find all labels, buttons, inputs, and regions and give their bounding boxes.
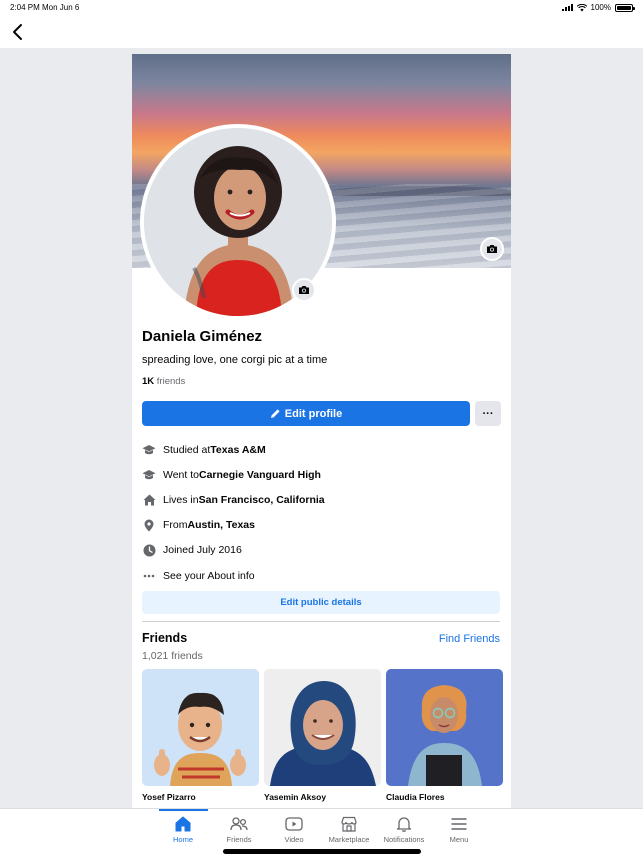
status-time: 2:04 PM Mon Jun 6 <box>10 3 80 12</box>
graduation-cap-icon <box>142 468 156 482</box>
more-dots-icon: ··· <box>482 407 494 420</box>
detail-value: Austin, Texas <box>187 519 256 532</box>
detail-joined: Joined July 2016 <box>142 538 502 563</box>
friend-count-value: 1K <box>142 376 155 387</box>
chevron-left-icon <box>13 24 22 40</box>
edit-public-details-label: Edit public details <box>280 597 362 608</box>
friend-photo <box>142 669 259 786</box>
edit-profile-button[interactable]: Edit profile <box>142 401 470 426</box>
profile-picture-camera-button[interactable] <box>292 278 316 302</box>
home-icon <box>174 815 192 833</box>
detail-prefix: See your About info <box>163 569 255 582</box>
detail-prefix: Studied at <box>163 443 211 456</box>
friends-count-label: 1,021 friends <box>142 650 203 662</box>
tab-label: Notifications <box>383 835 425 844</box>
friend-photo <box>386 669 503 786</box>
profile-name: Daniela Giménez <box>142 328 263 345</box>
tab-friends[interactable]: Friends <box>211 815 267 844</box>
friends-section-title: Friends <box>142 631 188 645</box>
friends-icon <box>230 815 248 833</box>
back-button[interactable] <box>8 22 28 42</box>
friend-card[interactable]: Yosef Pizarro <box>142 669 259 802</box>
friend-count-label: friends <box>154 376 186 387</box>
battery-icon <box>615 3 635 12</box>
marketplace-icon <box>340 815 358 833</box>
edit-public-details-button[interactable]: Edit public details <box>142 591 500 614</box>
detail-education-highschool: Went to Carnegie Vanguard High <box>142 462 502 487</box>
cover-photo-camera-button[interactable] <box>480 237 504 261</box>
tab-label: Video <box>284 835 304 844</box>
tab-home[interactable]: Home <box>155 815 211 844</box>
friend-portrait-image <box>386 669 503 786</box>
more-options-button[interactable]: ··· <box>475 401 501 426</box>
clock-icon <box>142 543 156 557</box>
profile-card: Daniela Giménez spreading love, one corg… <box>132 54 511 808</box>
section-divider <box>142 621 500 622</box>
detail-prefix: Lives in <box>163 493 199 506</box>
graduation-cap-icon <box>142 443 156 457</box>
video-icon <box>285 815 303 833</box>
avatar-illustration-image <box>142 669 259 786</box>
profile-bio: spreading love, one corgi pic at a time <box>142 354 328 366</box>
detail-prefix: Went to <box>163 468 199 481</box>
detail-education-college: Studied at Texas A&M <box>142 437 502 462</box>
navigation-bar <box>0 16 643 48</box>
menu-icon <box>450 815 468 833</box>
tab-menu[interactable]: Menu <box>431 815 487 844</box>
detail-value: Carnegie Vanguard High <box>199 468 321 481</box>
friend-card[interactable]: Claudia Flores <box>386 669 503 802</box>
tab-label: Home <box>172 835 193 844</box>
more-dots-icon <box>142 569 156 583</box>
tab-video[interactable]: Video <box>266 815 322 844</box>
cellular-signal-icon <box>561 4 573 11</box>
active-tab-indicator <box>159 809 208 811</box>
friend-photo <box>264 669 381 786</box>
detail-current-city: Lives in San Francisco, California <box>142 487 502 512</box>
home-indicator <box>223 849 421 854</box>
tab-notifications[interactable]: Notifications <box>376 815 432 844</box>
friend-name: Claudia Flores <box>386 792 445 802</box>
friend-card[interactable]: Yasemin Aksoy <box>264 669 381 802</box>
profile-friend-count[interactable]: 1K friends <box>142 376 185 387</box>
tab-label: Marketplace <box>328 835 370 844</box>
status-indicators: 100% <box>561 3 635 12</box>
friend-name: Yosef Pizarro <box>142 792 196 802</box>
bell-icon <box>395 815 413 833</box>
pencil-icon <box>270 409 280 418</box>
find-friends-link[interactable]: Find Friends <box>439 633 500 645</box>
friend-name: Yasemin Aksoy <box>264 792 327 802</box>
detail-hometown: From Austin, Texas <box>142 513 502 538</box>
home-icon <box>142 493 156 507</box>
tab-label: Friends <box>226 835 252 844</box>
tab-label: Menu <box>449 835 469 844</box>
wifi-icon <box>576 3 587 11</box>
detail-prefix: From <box>163 519 188 532</box>
camera-icon <box>299 286 309 294</box>
location-pin-icon <box>142 518 156 532</box>
edit-profile-label: Edit profile <box>284 407 343 420</box>
status-bar: 2:04 PM Mon Jun 6 100% <box>0 0 643 16</box>
friend-portrait-image <box>264 669 381 786</box>
see-about-info-link[interactable]: See your About info <box>142 563 502 588</box>
camera-icon <box>487 245 497 253</box>
detail-value: Texas A&M <box>210 443 266 456</box>
detail-value: San Francisco, California <box>198 493 325 506</box>
friends-grid: Yosef Pizarro Yasemin Aksoy Claudia Flor… <box>142 669 503 802</box>
battery-percent: 100% <box>590 3 611 12</box>
detail-prefix: Joined July 2016 <box>163 544 242 557</box>
profile-details-list: Studied at Texas A&M Went to Carnegie Va… <box>142 437 502 588</box>
tab-marketplace[interactable]: Marketplace <box>321 815 377 844</box>
